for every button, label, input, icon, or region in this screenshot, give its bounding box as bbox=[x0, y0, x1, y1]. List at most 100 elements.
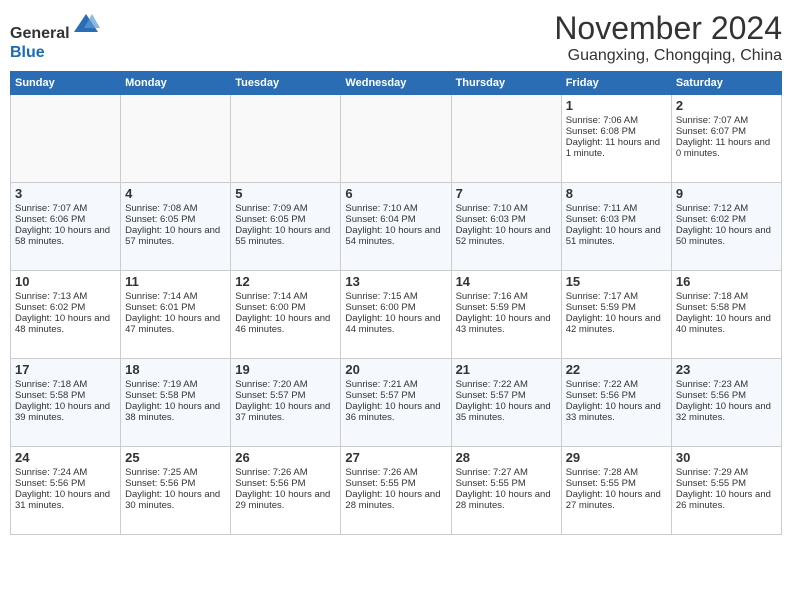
calendar-day-cell bbox=[121, 95, 231, 183]
day-number: 1 bbox=[566, 98, 667, 113]
sunrise-text: Sunrise: 7:26 AM bbox=[345, 467, 446, 478]
calendar-day-cell: 15Sunrise: 7:17 AMSunset: 5:59 PMDayligh… bbox=[561, 271, 671, 359]
calendar-week-row: 3Sunrise: 7:07 AMSunset: 6:06 PMDaylight… bbox=[11, 183, 782, 271]
calendar-day-cell: 7Sunrise: 7:10 AMSunset: 6:03 PMDaylight… bbox=[451, 183, 561, 271]
sunrise-text: Sunrise: 7:09 AM bbox=[235, 203, 336, 214]
calendar-day-cell bbox=[451, 95, 561, 183]
sunrise-text: Sunrise: 7:12 AM bbox=[676, 203, 777, 214]
sunrise-text: Sunrise: 7:15 AM bbox=[345, 291, 446, 302]
sunrise-text: Sunrise: 7:28 AM bbox=[566, 467, 667, 478]
day-number: 9 bbox=[676, 186, 777, 201]
daylight-text: Daylight: 10 hours and 38 minutes. bbox=[125, 401, 226, 423]
calendar-day-cell: 18Sunrise: 7:19 AMSunset: 5:58 PMDayligh… bbox=[121, 359, 231, 447]
day-of-week-header: Wednesday bbox=[341, 72, 451, 95]
day-number: 12 bbox=[235, 274, 336, 289]
sunset-text: Sunset: 5:56 PM bbox=[125, 478, 226, 489]
daylight-text: Daylight: 10 hours and 51 minutes. bbox=[566, 225, 667, 247]
day-of-week-header: Thursday bbox=[451, 72, 561, 95]
daylight-text: Daylight: 10 hours and 29 minutes. bbox=[235, 489, 336, 511]
header-row: SundayMondayTuesdayWednesdayThursdayFrid… bbox=[11, 72, 782, 95]
day-number: 29 bbox=[566, 450, 667, 465]
calendar-day-cell: 17Sunrise: 7:18 AMSunset: 5:58 PMDayligh… bbox=[11, 359, 121, 447]
calendar-day-cell: 4Sunrise: 7:08 AMSunset: 6:05 PMDaylight… bbox=[121, 183, 231, 271]
sunset-text: Sunset: 5:55 PM bbox=[676, 478, 777, 489]
calendar-day-cell: 6 Sunrise: 7:10 AMSunset: 6:04 PMDaylight… bbox=[341, 183, 451, 271]
day-of-week-header: Saturday bbox=[671, 72, 781, 95]
sunset-text: Sunset: 5:58 PM bbox=[125, 390, 226, 401]
day-number: 8 bbox=[566, 186, 667, 201]
day-number: 4 bbox=[125, 186, 226, 201]
sunset-text: Sunset: 6:02 PM bbox=[676, 214, 777, 225]
calendar-day-cell: 28Sunrise: 7:27 AMSunset: 5:55 PMDayligh… bbox=[451, 447, 561, 535]
daylight-text: Daylight: 10 hours and 36 minutes. bbox=[345, 401, 446, 423]
sunset-text: Sunset: 5:57 PM bbox=[456, 390, 557, 401]
day-number: 14 bbox=[456, 274, 557, 289]
daylight-text: Daylight: 10 hours and 30 minutes. bbox=[125, 489, 226, 511]
logo-general: General bbox=[10, 25, 70, 42]
day-number: 11 bbox=[125, 274, 226, 289]
day-number: 13 bbox=[345, 274, 446, 289]
sunset-text: Sunset: 5:58 PM bbox=[676, 302, 777, 313]
sunset-text: Sunset: 6:04 PM bbox=[345, 214, 446, 225]
sunset-text: Sunset: 5:57 PM bbox=[235, 390, 336, 401]
calendar-day-cell: 25Sunrise: 7:25 AMSunset: 5:56 PMDayligh… bbox=[121, 447, 231, 535]
calendar-week-row: 24Sunrise: 7:24 AMSunset: 5:56 PMDayligh… bbox=[11, 447, 782, 535]
calendar-day-cell: 22Sunrise: 7:22 AMSunset: 5:56 PMDayligh… bbox=[561, 359, 671, 447]
sunrise-text: Sunrise: 7:18 AM bbox=[15, 379, 116, 390]
sunrise-text: Sunrise: 7:27 AM bbox=[456, 467, 557, 478]
calendar-day-cell: 23Sunrise: 7:23 AMSunset: 5:56 PMDayligh… bbox=[671, 359, 781, 447]
calendar-day-cell: 1Sunrise: 7:06 AMSunset: 6:08 PMDaylight… bbox=[561, 95, 671, 183]
day-number: 6 bbox=[345, 186, 446, 201]
day-of-week-header: Tuesday bbox=[231, 72, 341, 95]
daylight-text: Daylight: 10 hours and 28 minutes. bbox=[456, 489, 557, 511]
day-number: 16 bbox=[676, 274, 777, 289]
calendar-day-cell: 26Sunrise: 7:26 AMSunset: 5:56 PMDayligh… bbox=[231, 447, 341, 535]
daylight-text: Daylight: 10 hours and 40 minutes. bbox=[676, 313, 777, 335]
sunrise-text: Sunrise: 7:18 AM bbox=[676, 291, 777, 302]
daylight-text: Daylight: 10 hours and 37 minutes. bbox=[235, 401, 336, 423]
day-number: 30 bbox=[676, 450, 777, 465]
sunset-text: Sunset: 5:55 PM bbox=[345, 478, 446, 489]
daylight-text: Daylight: 11 hours and 0 minutes. bbox=[676, 137, 777, 159]
calendar-day-cell: 5Sunrise: 7:09 AMSunset: 6:05 PMDaylight… bbox=[231, 183, 341, 271]
logo-blue: Blue bbox=[10, 44, 45, 61]
sunset-text: Sunset: 6:02 PM bbox=[15, 302, 116, 313]
sunset-text: Sunset: 6:00 PM bbox=[235, 302, 336, 313]
daylight-text: Daylight: 10 hours and 26 minutes. bbox=[676, 489, 777, 511]
calendar-day-cell: 27Sunrise: 7:26 AMSunset: 5:55 PMDayligh… bbox=[341, 447, 451, 535]
daylight-text: Daylight: 10 hours and 44 minutes. bbox=[345, 313, 446, 335]
sunset-text: Sunset: 5:55 PM bbox=[566, 478, 667, 489]
sunset-text: Sunset: 5:59 PM bbox=[456, 302, 557, 313]
logo-icon bbox=[72, 10, 100, 38]
sunrise-text: Sunrise: 7:10 AM bbox=[456, 203, 557, 214]
daylight-text: Daylight: 10 hours and 39 minutes. bbox=[15, 401, 116, 423]
calendar-week-row: 10Sunrise: 7:13 AMSunset: 6:02 PMDayligh… bbox=[11, 271, 782, 359]
day-of-week-header: Friday bbox=[561, 72, 671, 95]
calendar-day-cell: 11Sunrise: 7:14 AMSunset: 6:01 PMDayligh… bbox=[121, 271, 231, 359]
day-number: 26 bbox=[235, 450, 336, 465]
sunrise-text: Sunrise: 7:06 AM bbox=[566, 115, 667, 126]
calendar-day-cell: 19Sunrise: 7:20 AMSunset: 5:57 PMDayligh… bbox=[231, 359, 341, 447]
day-number: 20 bbox=[345, 362, 446, 377]
day-number: 5 bbox=[235, 186, 336, 201]
sunrise-text: Sunrise: 7:10 AM bbox=[345, 203, 446, 214]
day-number: 24 bbox=[15, 450, 116, 465]
calendar-day-cell: 2Sunrise: 7:07 AMSunset: 6:07 PMDaylight… bbox=[671, 95, 781, 183]
sunset-text: Sunset: 6:08 PM bbox=[566, 126, 667, 137]
daylight-text: Daylight: 10 hours and 54 minutes. bbox=[345, 225, 446, 247]
day-number: 22 bbox=[566, 362, 667, 377]
day-number: 17 bbox=[15, 362, 116, 377]
calendar-day-cell: 10Sunrise: 7:13 AMSunset: 6:02 PMDayligh… bbox=[11, 271, 121, 359]
sunrise-text: Sunrise: 7:14 AM bbox=[125, 291, 226, 302]
daylight-text: Daylight: 10 hours and 42 minutes. bbox=[566, 313, 667, 335]
sunset-text: Sunset: 6:06 PM bbox=[15, 214, 116, 225]
sunrise-text: Sunrise: 7:17 AM bbox=[566, 291, 667, 302]
sunrise-text: Sunrise: 7:29 AM bbox=[676, 467, 777, 478]
sunset-text: Sunset: 5:56 PM bbox=[235, 478, 336, 489]
day-number: 18 bbox=[125, 362, 226, 377]
daylight-text: Daylight: 10 hours and 27 minutes. bbox=[566, 489, 667, 511]
sunset-text: Sunset: 5:56 PM bbox=[15, 478, 116, 489]
calendar-day-cell: 8Sunrise: 7:11 AMSunset: 6:03 PMDaylight… bbox=[561, 183, 671, 271]
sunset-text: Sunset: 5:56 PM bbox=[676, 390, 777, 401]
sunset-text: Sunset: 6:03 PM bbox=[456, 214, 557, 225]
